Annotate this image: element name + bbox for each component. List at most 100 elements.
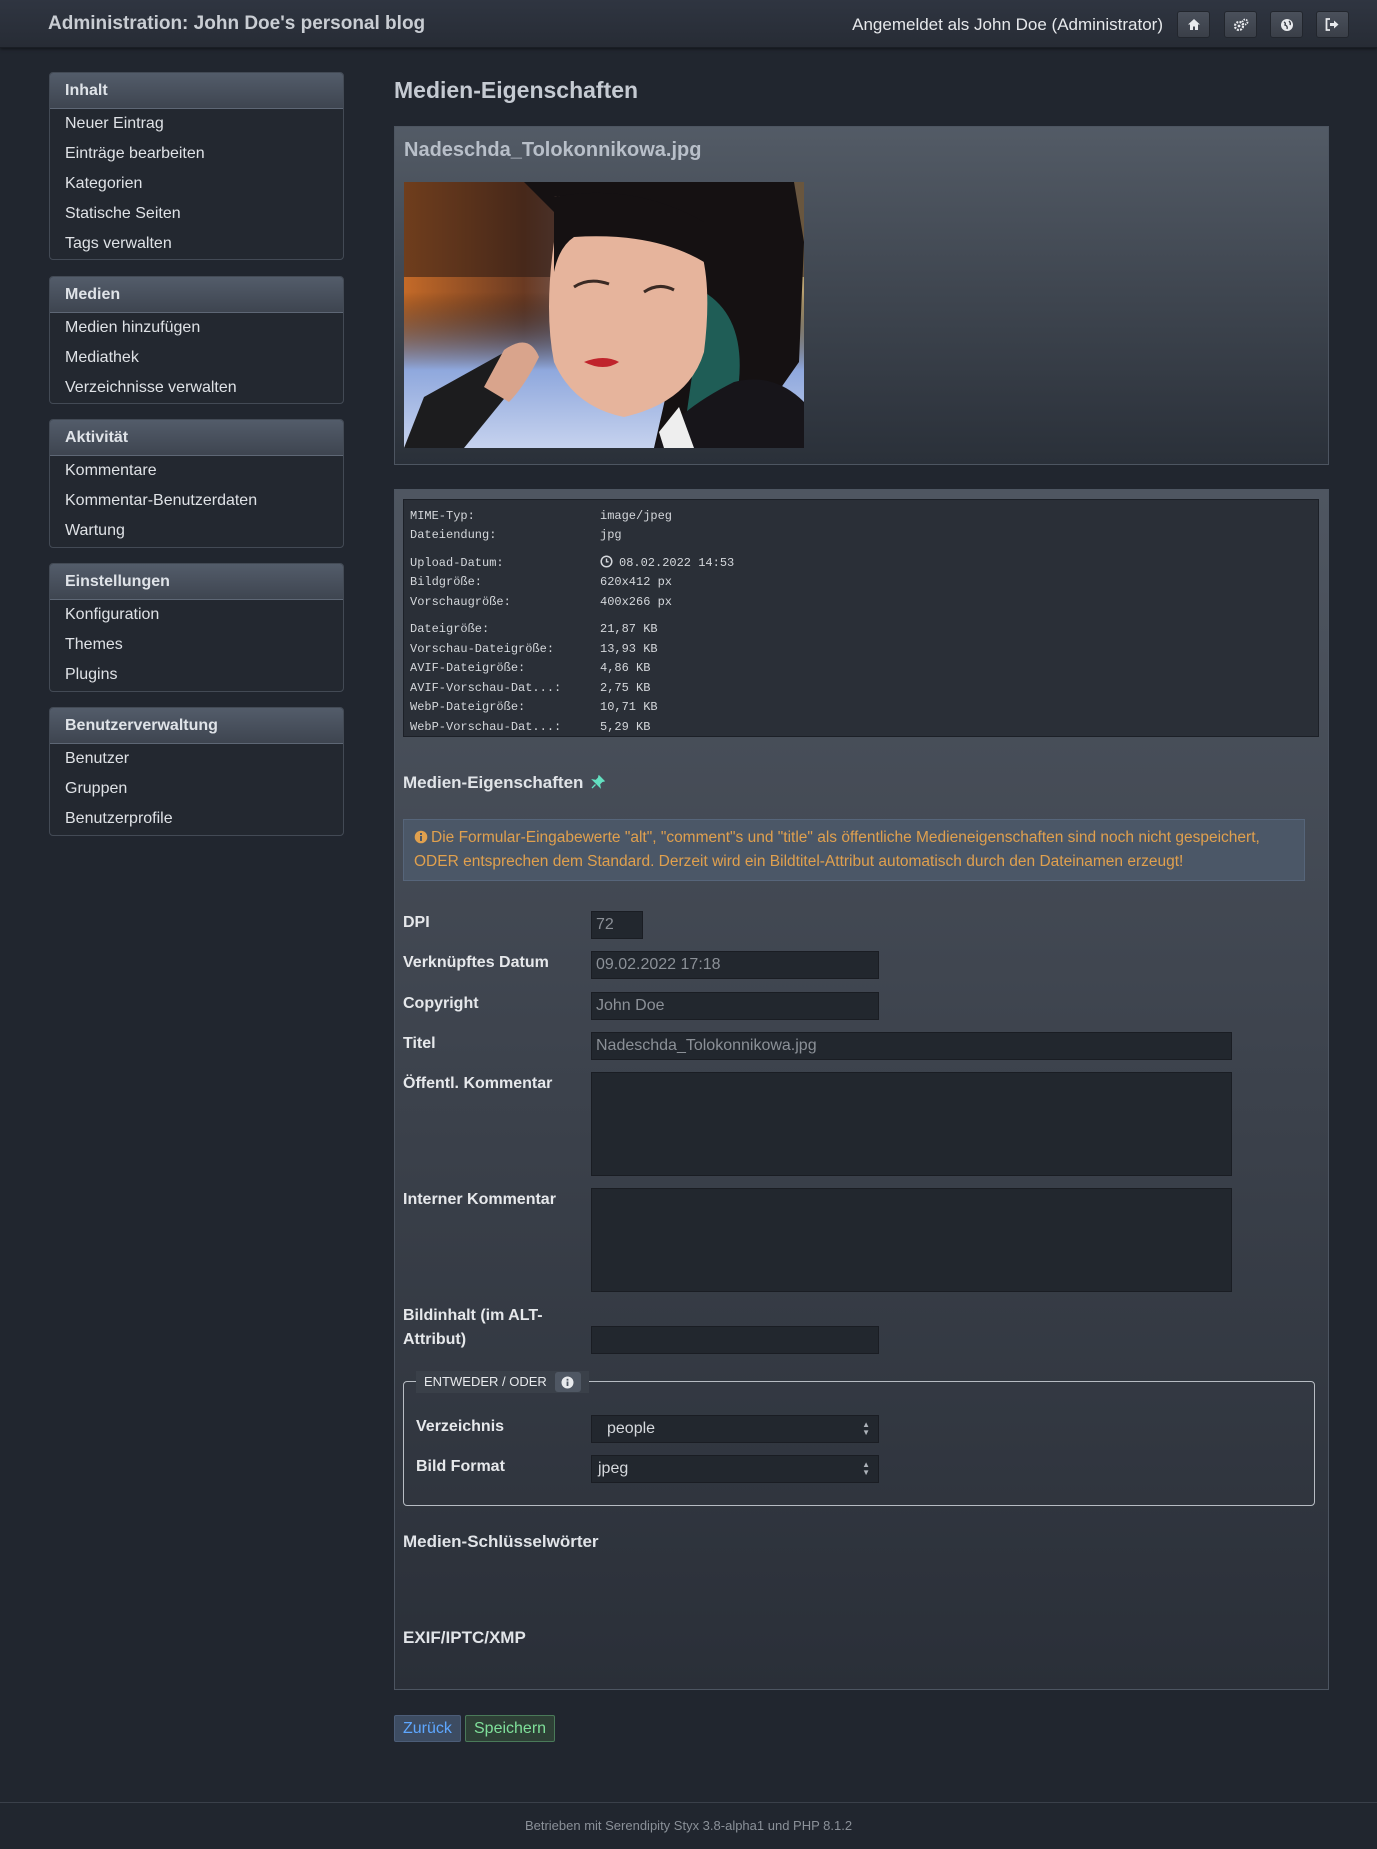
image-preview[interactable] [404,182,804,448]
select-arrows-icon: ▲ ▼ [862,1420,870,1437]
nav-section-title: Inhalt [50,73,343,109]
image-format-select-value: jpeg [598,1460,629,1477]
nav-section-title: Einstellungen [50,564,343,600]
image-filename: Nadeschda_Tolokonnikowa.jpg [404,139,702,161]
meta-value: 2,75 KB [600,681,651,695]
save-button[interactable]: Speichern [465,1715,556,1742]
nav-section-media: Medien Medien hinzufügen Mediathek Verze… [49,276,344,404]
nav-item-user-profiles[interactable]: Benutzerprofile [50,804,343,834]
meta-row-preview-size: Vorschaugröße: 400x266 px [410,594,672,610]
nav-item-maintenance[interactable]: Wartung [50,516,343,546]
info-icon [561,1376,574,1388]
meta-key: Dateigröße: [410,622,490,636]
nav-item-media-library[interactable]: Mediathek [50,343,343,373]
exif-heading[interactable]: EXIF/IPTC/XMP [403,1628,526,1648]
properties-heading: Medien-Eigenschaften [403,773,606,793]
meta-key: Bildgröße: [410,575,483,589]
public-comment-textarea[interactable] [591,1072,1232,1176]
nav-section-activity: Aktivität Kommentare Kommentar-Benutzerd… [49,419,344,548]
meta-value: image/jpeg [600,509,673,523]
directory-select-value: people [607,1420,656,1437]
title-label: Titel [403,1035,436,1052]
site-title[interactable]: Administration: John Doe's personal blog [48,13,425,35]
home-button[interactable] [1177,11,1210,38]
meta-value: 5,29 KB [600,720,651,734]
meta-key: MIME-Typ: [410,509,475,523]
meta-value: 13,93 KB [600,642,658,656]
meta-row-avif-filesize: AVIF-Dateigröße: 4,86 KB [410,660,650,676]
meta-row-webp-preview: WebP-Vorschau-Dat...: 5,29 KB [410,719,650,735]
nav-section-user-management: Benutzerverwaltung Benutzer Gruppen Benu… [49,707,344,836]
linked-date-input[interactable]: 09.02.2022 17:18 [591,951,879,979]
meta-key: AVIF-Vorschau-Dat...: [410,681,562,695]
footer: Betrieben mit Serendipity Styx 3.8-alpha… [0,1802,1377,1849]
copyright-input[interactable]: John Doe [591,992,879,1020]
either-or-legend: ENTWEDER / ODER [416,1371,589,1393]
meta-value: 10,71 KB [600,700,658,714]
keywords-heading: Medien-Schlüsselwörter [403,1532,599,1551]
meta-key: WebP-Vorschau-Dat...: [410,720,562,734]
logout-button[interactable] [1316,11,1349,38]
meta-row-webp-filesize: WebP-Dateigröße: 10,71 KB [410,699,658,715]
directory-label: Verzeichnis [416,1418,505,1435]
select-arrows-icon: ▲ ▼ [862,1460,870,1477]
nav-item-themes[interactable]: Themes [50,630,343,660]
info-circle-icon [414,830,428,844]
nav-item-add-media[interactable]: Medien hinzufügen [50,313,343,343]
public-comment-label: Öffentl. Kommentar [403,1075,553,1092]
title-input[interactable]: Nadeschda_Tolokonnikowa.jpg [591,1032,1232,1060]
nav-item-manage-directories[interactable]: Verzeichnisse verwalten [50,373,343,403]
pin-icon[interactable] [591,774,606,789]
page-title: Medien-Eigenschaften [394,77,639,103]
dpi-label: DPI [403,914,430,931]
view-blog-button[interactable] [1270,11,1303,38]
alt-text-label: Bildinhalt (im ALT-Attribut) [403,1307,543,1348]
nav-section-settings: Einstellungen Konfiguration Themes Plugi… [49,563,344,692]
nav-item-static-pages[interactable]: Statische Seiten [50,199,343,229]
globe-icon [1280,18,1293,31]
meta-value: 400x266 px [600,595,673,609]
nav-item-groups[interactable]: Gruppen [50,774,343,804]
meta-value: 21,87 KB [600,622,658,636]
meta-value: 620x412 px [600,575,673,589]
nav-item-new-entry[interactable]: Neuer Eintrag [50,109,343,139]
home-icon [1187,19,1200,30]
nav-item-plugins[interactable]: Plugins [50,660,343,690]
nav-item-manage-tags[interactable]: Tags verwalten [50,229,343,259]
cogs-icon [1233,18,1248,31]
nav-section-title: Benutzerverwaltung [50,708,343,744]
nav-section-title: Medien [50,277,343,313]
meta-row-upload-date: Upload-Datum: 08.02.2022 14:53 [410,555,734,571]
meta-row-filesize: Dateigröße: 21,87 KB [410,621,658,637]
nav-item-categories[interactable]: Kategorien [50,169,343,199]
notice-text: Die Formular-Eingabewerte "alt", "commen… [414,829,1260,870]
meta-key: Vorschau-Dateigröße: [410,642,555,656]
nav-item-comment-userdata[interactable]: Kommentar-Benutzerdaten [50,486,343,516]
dpi-input[interactable]: 72 [591,911,643,939]
clock-icon [600,555,613,568]
image-format-select[interactable]: jpeg ▲ ▼ [591,1455,879,1483]
top-bar: Administration: John Doe's personal blog… [0,0,1377,48]
directory-select[interactable]: people ▲ ▼ [591,1415,879,1443]
nav-section-title: Aktivität [50,420,343,456]
logged-in-user: Angemeldet als John Doe (Administrator) [852,15,1163,34]
meta-key: WebP-Dateigröße: [410,700,526,714]
nav-item-configuration[interactable]: Konfiguration [50,600,343,630]
meta-row-avif-preview: AVIF-Vorschau-Dat...: 2,75 KB [410,680,650,696]
footer-text: Betrieben mit Serendipity Styx 3.8-alpha… [524,1818,853,1833]
nav-item-edit-entries[interactable]: Einträge bearbeiten [50,139,343,169]
nav-item-users[interactable]: Benutzer [50,744,343,774]
info-button[interactable] [554,1372,581,1392]
back-button[interactable]: Zurück [394,1715,461,1742]
file-metadata: MIME-Typ: image/jpeg Dateiendung: jpg Uplo… [403,499,1319,737]
notice-box: Die Formular-Eingabewerte "alt", "commen… [403,819,1305,881]
meta-value: 08.02.2022 14:53 [619,556,735,570]
alt-text-input[interactable] [591,1326,879,1354]
meta-key: Dateiendung: [410,528,497,542]
meta-key: Vorschaugröße: [410,595,511,609]
settings-button[interactable] [1224,11,1257,38]
nav-item-comments[interactable]: Kommentare [50,456,343,486]
properties-heading-text: Medien-Eigenschaften [403,773,584,792]
internal-comment-textarea[interactable] [591,1188,1232,1292]
linked-date-label: Verknüpftes Datum [403,954,549,971]
